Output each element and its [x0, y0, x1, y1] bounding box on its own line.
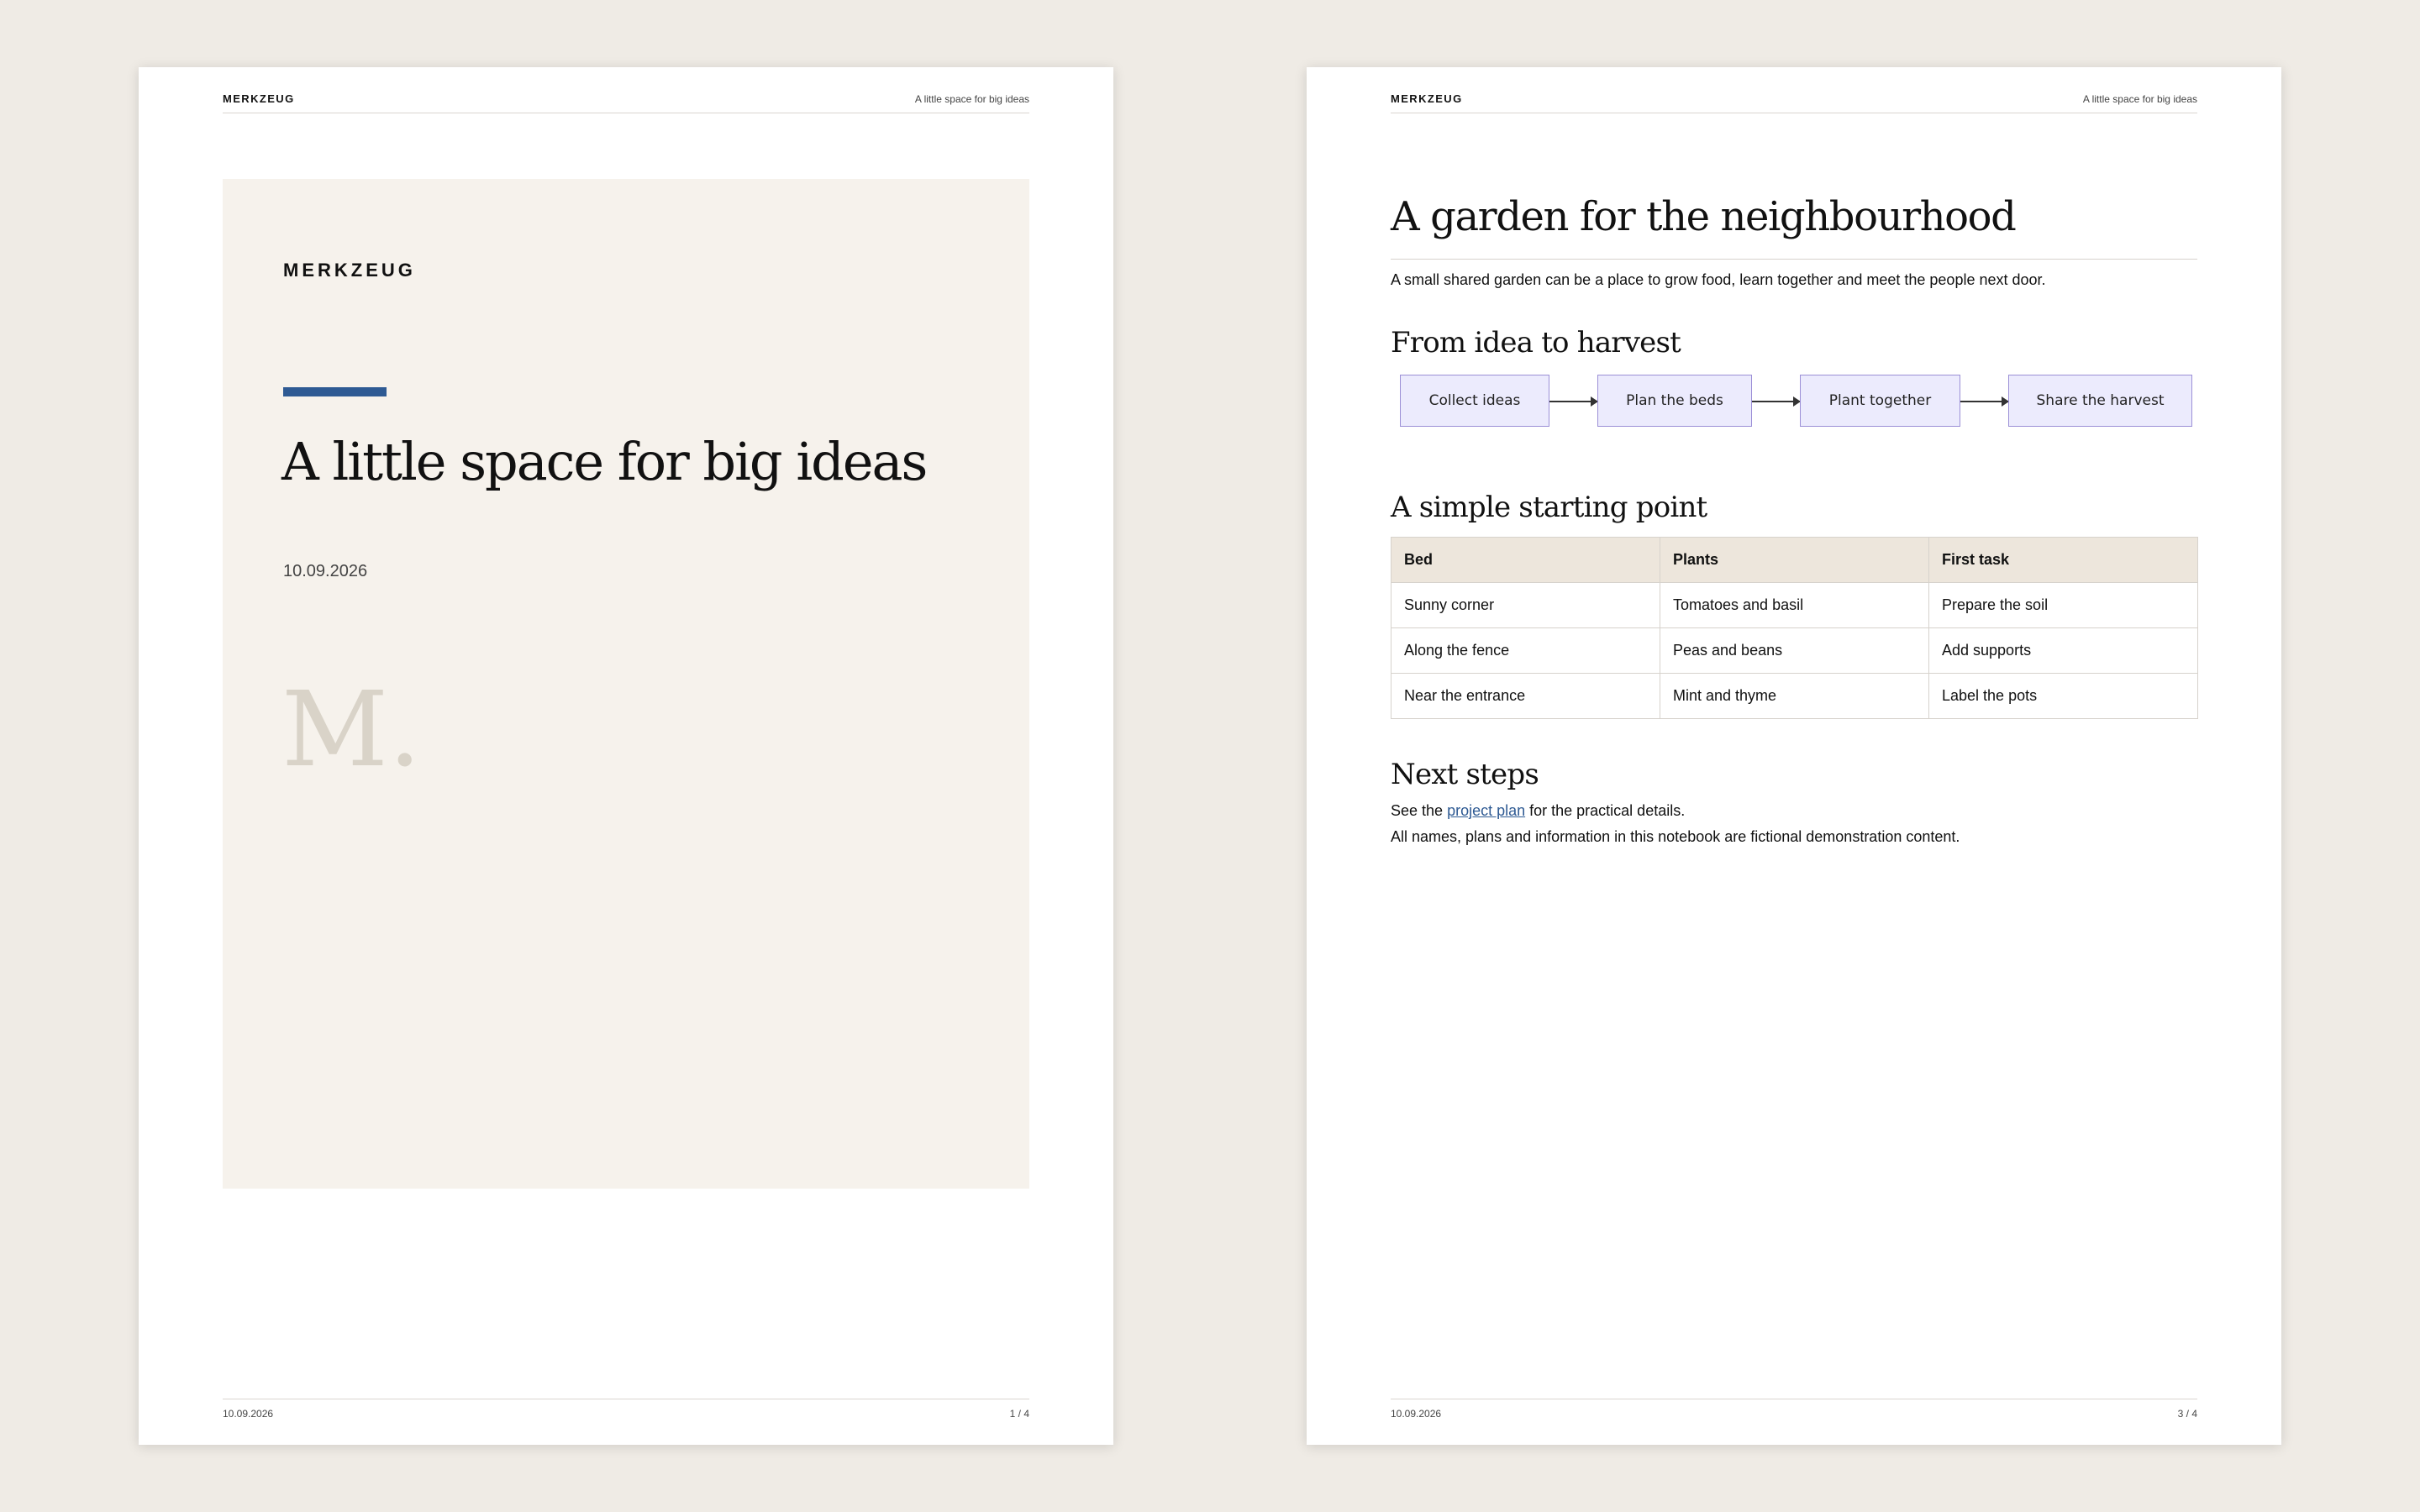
header-brand: MERKZEUG — [1391, 92, 1463, 105]
next-steps-prefix: See the — [1391, 801, 1448, 819]
table-cell: Label the pots — [1928, 673, 2198, 720]
footer-date: 10.09.2026 — [1391, 1408, 1442, 1420]
flow-step-plant-together: Plant together — [1800, 375, 1960, 428]
intro-paragraph: A small shared garden can be a place to … — [1391, 270, 2046, 288]
garden-table: Bed Plants First task Sunny corner Tomat… — [1391, 537, 2198, 720]
flow-diagram: Collect ideas Plan the beds Plant togeth… — [1391, 375, 2197, 428]
table-cell: Mint and thyme — [1660, 673, 1929, 720]
disclaimer-text: All names, plans and information in this… — [1391, 827, 1960, 845]
table-cell: Prepare the soil — [1928, 582, 2198, 629]
flow-step-plan-beds: Plan the beds — [1597, 375, 1752, 428]
flow-arrow — [1960, 397, 2009, 406]
table-row: Near the entrance Mint and thyme Label t… — [1391, 673, 2198, 720]
cover-title: A little space for big ideas — [281, 431, 928, 492]
table-cell: Tomatoes and basil — [1660, 582, 1929, 629]
header-tagline: A little space for big ideas — [914, 93, 1029, 105]
cover-date: 10.09.2026 — [283, 562, 368, 580]
page-header: MERKZEUG A little space for big ideas — [223, 91, 1029, 113]
table-cell: Sunny corner — [1391, 582, 1660, 629]
flow-step-collect-ideas: Collect ideas — [1400, 375, 1549, 428]
column-header-first-task: First task — [1928, 537, 2198, 584]
cover-brand: MERKZEUG — [283, 260, 416, 281]
cover-accent-rule — [283, 387, 387, 396]
column-header-bed: Bed — [1391, 537, 1660, 584]
footer-page-number: 1 / 4 — [1009, 1408, 1029, 1420]
table-heading: A simple starting point — [1391, 491, 1707, 525]
flow-arrow — [1549, 397, 1598, 406]
table-header-row: Bed Plants First task — [1391, 537, 2198, 584]
flow-heading: From idea to harvest — [1391, 325, 1681, 360]
next-steps-suffix: for the practical details. — [1525, 801, 1686, 819]
footer-page-number: 3 / 4 — [2177, 1408, 2197, 1420]
table-row: Sunny corner Tomatoes and basil Prepare … — [1391, 582, 2198, 629]
flow-step-share-harvest: Share the harvest — [2008, 375, 2192, 428]
table-cell: Along the fence — [1391, 627, 1660, 675]
table-cell: Peas and beans — [1660, 627, 1929, 675]
table-row: Along the fence Peas and beans Add suppo… — [1391, 627, 2198, 675]
page-footer: 10.09.2026 3 / 4 — [1391, 1399, 2197, 1420]
next-steps-text: See the project plan for the practical d… — [1391, 802, 2197, 821]
header-tagline: A little space for big ideas — [2082, 93, 2197, 105]
next-steps-heading: Next steps — [1391, 758, 1539, 792]
document-title: A garden for the neighbourhood — [1391, 193, 2197, 260]
page-content: A garden for the neighbourhood A small s… — [1391, 193, 2198, 846]
column-header-plants: Plants — [1660, 537, 1929, 584]
content-page: MERKZEUG A little space for big ideas A … — [1307, 67, 2281, 1445]
page-header: MERKZEUG A little space for big ideas — [1391, 91, 2197, 113]
table-cell: Add supports — [1928, 627, 2198, 675]
cover-monogram: M. — [281, 669, 422, 790]
footer-date: 10.09.2026 — [223, 1408, 274, 1420]
cover-panel: MERKZEUG A little space for big ideas 10… — [223, 179, 1029, 1189]
project-plan-link[interactable]: project plan — [1447, 802, 1525, 819]
header-brand: MERKZEUG — [223, 92, 295, 105]
cover-page: MERKZEUG A little space for big ideas ME… — [139, 67, 1113, 1445]
page-footer: 10.09.2026 1 / 4 — [223, 1399, 1029, 1420]
flow-arrow — [1752, 397, 1801, 406]
table-cell: Near the entrance — [1391, 673, 1660, 720]
